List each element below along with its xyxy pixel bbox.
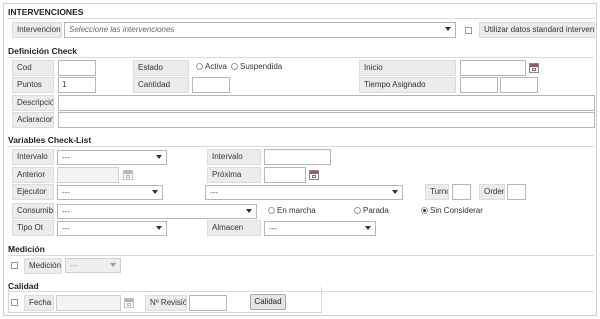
radio-activa-label: Activa (205, 62, 227, 71)
orden-label: Orden (479, 184, 505, 200)
divider (8, 146, 594, 147)
proxima-label: Próxima (207, 167, 261, 183)
turno-input[interactable] (452, 184, 471, 200)
radio-parada[interactable] (354, 207, 361, 214)
chevron-down-icon (110, 263, 116, 267)
consumible-select[interactable]: --- (57, 204, 257, 219)
descripcion-input[interactable] (58, 95, 595, 111)
intervalo-label: Intervalo (12, 149, 54, 165)
fecha-input[interactable] (56, 295, 121, 311)
cantidad-input[interactable] (192, 77, 230, 93)
chevron-down-icon (365, 226, 371, 230)
radio-sin-considerar[interactable] (421, 207, 428, 214)
chevron-down-icon (246, 209, 252, 213)
tipo-ot-select[interactable]: --- (57, 221, 167, 236)
section-title-medicion: Medición (8, 244, 45, 254)
chevron-down-icon (445, 27, 451, 31)
cod-input[interactable] (58, 60, 96, 76)
inicio-input[interactable] (460, 60, 526, 76)
intervalo2-label: Intervalo (207, 149, 261, 165)
chevron-down-icon (156, 226, 162, 230)
section-title-intervenciones: INTERVENCIONES (8, 7, 84, 17)
intervalo2-input[interactable] (264, 149, 331, 165)
turno-label: Turno (425, 184, 449, 200)
radio-activa[interactable] (196, 63, 203, 70)
inicio-label: Inicio (359, 60, 456, 76)
chevron-down-icon (152, 190, 158, 194)
ejecutor-value: --- (62, 188, 70, 197)
puntos-label: Puntos (12, 77, 54, 93)
radio-suspendida-label: Suspendida (240, 62, 283, 71)
ejecutor-select[interactable]: --- (57, 185, 163, 200)
standard-checkbox[interactable] (465, 27, 472, 34)
revision-label: Nº Revisión (145, 295, 187, 311)
radio-sin-considerar-label: Sin Considerar (430, 206, 483, 215)
estado-label: Estado (133, 60, 189, 76)
intervenciones-placeholder: Seleccione las intervenciones (69, 25, 175, 34)
tiempo-input-2[interactable] (500, 77, 538, 93)
radio-en-marcha[interactable] (268, 207, 275, 214)
intervalo-value: --- (62, 153, 70, 162)
tiempo-input-1[interactable] (460, 77, 498, 93)
anterior-label: Anterior (12, 167, 54, 183)
revision-input[interactable] (189, 295, 227, 311)
divider (8, 18, 594, 19)
medicion-label: Medición (24, 258, 62, 274)
ejecutor2-value: --- (210, 188, 218, 197)
tipo-ot-value: --- (62, 224, 70, 233)
section-title-variables: Variables Check-List (8, 135, 92, 145)
orden-input[interactable] (507, 184, 526, 200)
divider (8, 57, 594, 58)
almacen-label: Almacen (207, 220, 261, 236)
cod-label: Cod (12, 60, 54, 76)
standard-label: Utilizar datos standard intervencion (479, 22, 595, 38)
ejecutor2-select[interactable]: --- (205, 185, 403, 200)
intervalo-select[interactable]: --- (57, 150, 167, 165)
radio-suspendida[interactable] (231, 63, 238, 70)
intervenciones-label: Intervenciones (12, 22, 62, 38)
proxima-input[interactable] (264, 167, 306, 183)
aclaraciones-input[interactable] (58, 112, 595, 128)
calendar-icon[interactable] (124, 298, 134, 308)
puntos-input[interactable]: 1 (58, 77, 96, 93)
fecha-label: Fecha (24, 295, 54, 311)
almacen-select[interactable]: --- (264, 221, 376, 236)
consumible-label: Consumible (12, 203, 54, 219)
calendar-icon[interactable] (309, 170, 319, 180)
cantidad-label: Cantidad (133, 77, 189, 93)
descripcion-label: Descripción (12, 95, 54, 111)
calidad-button[interactable]: Calidad (250, 294, 286, 310)
aclaraciones-label: Aclaraciones (12, 112, 54, 128)
medicion-value: --- (70, 261, 78, 270)
tipo-ot-label: Tipo Ot (12, 220, 54, 236)
almacen-value: --- (269, 224, 277, 233)
ejecutor-label: Ejecutor (12, 184, 54, 200)
tiempo-label: Tiempo Asignado (359, 77, 456, 93)
radio-parada-label: Parada (363, 206, 389, 215)
chevron-down-icon (156, 155, 162, 159)
medicion-checkbox[interactable] (11, 262, 18, 269)
calendar-icon[interactable] (123, 170, 133, 180)
anterior-input[interactable] (57, 167, 119, 183)
chevron-down-icon (392, 190, 398, 194)
medicion-select[interactable]: --- (65, 258, 121, 273)
consumible-value: --- (62, 207, 70, 216)
divider (8, 255, 594, 256)
radio-en-marcha-label: En marcha (277, 206, 316, 215)
calendar-icon[interactable] (529, 63, 539, 73)
calidad-checkbox[interactable] (11, 299, 18, 306)
section-title-definicion: Definición Check (8, 46, 77, 56)
intervenciones-select[interactable]: Seleccione las intervenciones (64, 22, 456, 38)
